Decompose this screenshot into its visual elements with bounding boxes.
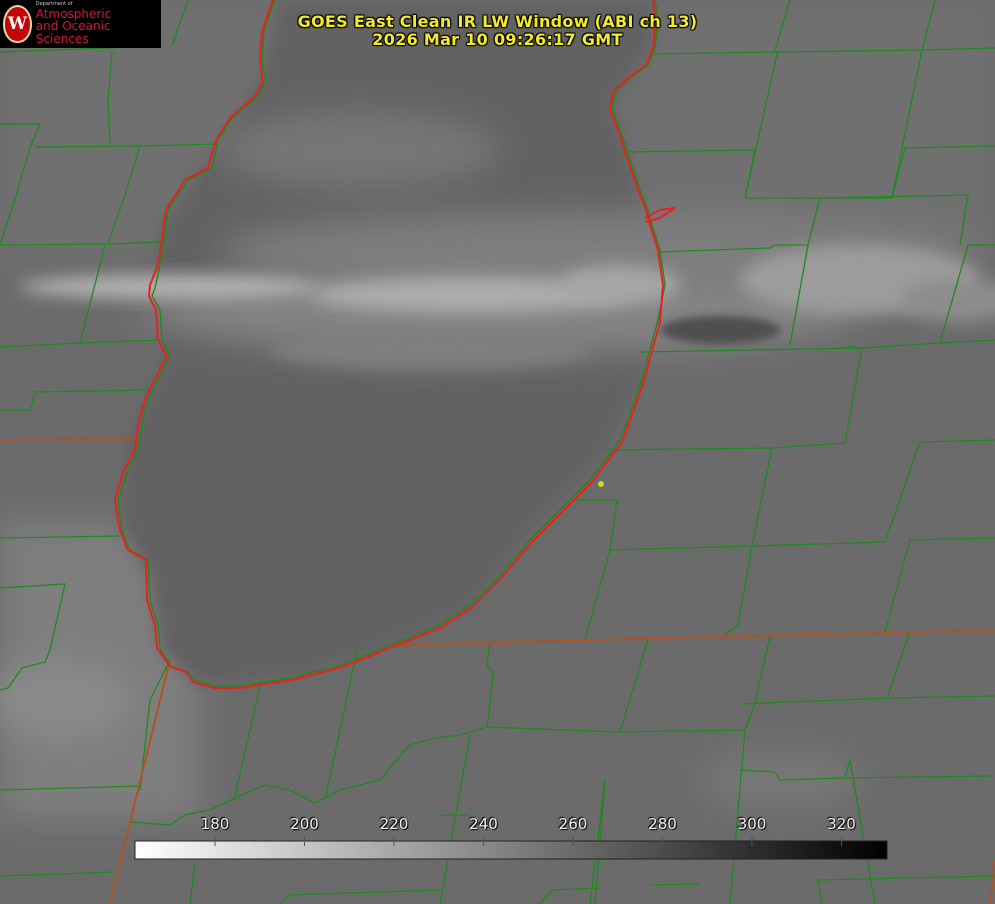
satellite-map	[0, 0, 995, 904]
image-title: GOES East Clean IR LW Window (ABI ch 13)	[297, 12, 698, 31]
ir-imagery	[0, 0, 995, 904]
location-marker	[598, 481, 604, 487]
satellite-image-viewer: W Department of Atmospheric and Oceanic …	[0, 0, 995, 904]
image-timestamp: 2026 Mar 10 09:26:17 GMT	[372, 30, 623, 49]
